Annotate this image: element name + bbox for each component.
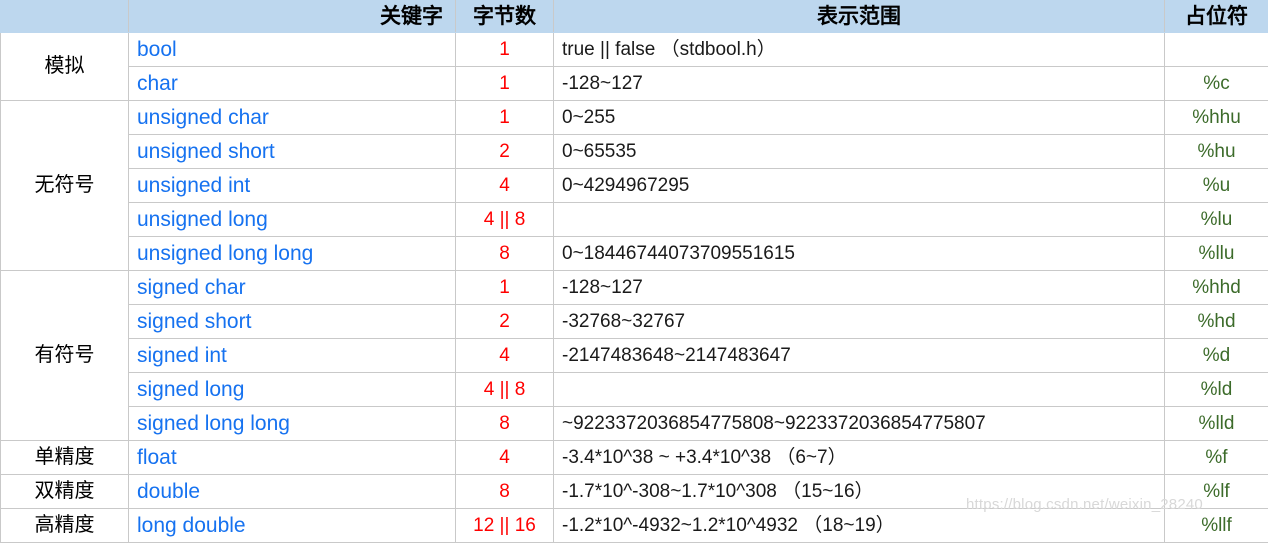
bytes-cell: 2 [456,305,554,339]
bytes-cell: 4 || 8 [456,203,554,237]
format-specifier-cell: %lld [1165,407,1268,441]
format-specifier-cell: %lf [1165,475,1268,509]
range-cell: -2147483648~2147483647 [554,339,1165,373]
bytes-cell: 4 [456,339,554,373]
keyword-cell: bool [129,33,456,67]
format-specifier-cell: %d [1165,339,1268,373]
group-label-cell: 双精度 [1,475,129,509]
format-specifier-cell: %ld [1165,373,1268,407]
format-specifier-cell: %u [1165,169,1268,203]
format-specifier-cell: %hhu [1165,101,1268,135]
bytes-cell: 4 [456,169,554,203]
bytes-cell: 1 [456,67,554,101]
column-header-keyword: 关键字 [129,1,456,33]
table-row: 双精度double8-1.7*10^-308~1.7*10^308 （15~16… [1,475,1268,509]
format-specifier-cell: %hu [1165,135,1268,169]
range-cell: 0~18446744073709551615 [554,237,1165,271]
keyword-cell: float [129,441,456,475]
bytes-cell: 4 [456,441,554,475]
format-specifier-cell: %hhd [1165,271,1268,305]
table-row: unsigned short20~65535%hu [1,135,1268,169]
bytes-cell: 1 [456,101,554,135]
format-specifier-cell [1165,33,1268,67]
keyword-cell: signed long [129,373,456,407]
table-row: unsigned long long80~1844674407370955161… [1,237,1268,271]
column-header-bytes: 字节数 [456,1,554,33]
bytes-cell: 1 [456,271,554,305]
bytes-cell: 4 || 8 [456,373,554,407]
table-row: char1-128~127%c [1,67,1268,101]
table-row: 模拟bool1true || false （stdbool.h） [1,33,1268,67]
table-row: unsigned int40~4294967295%u [1,169,1268,203]
format-specifier-cell: %llu [1165,237,1268,271]
format-specifier-cell: %lu [1165,203,1268,237]
group-label-cell: 有符号 [1,271,129,441]
keyword-cell: char [129,67,456,101]
column-header-group [1,1,129,33]
range-cell: true || false （stdbool.h） [554,33,1165,67]
table-row: 有符号signed char1-128~127%hhd [1,271,1268,305]
range-cell: -128~127 [554,271,1165,305]
range-cell: ~9223372036854775808~9223372036854775807 [554,407,1165,441]
range-cell [554,203,1165,237]
group-label-cell: 高精度 [1,509,129,543]
header-row: 关键字 字节数 表示范围 占位符 [1,1,1268,33]
group-label-cell: 单精度 [1,441,129,475]
column-header-format: 占位符 [1165,1,1268,33]
keyword-cell: signed int [129,339,456,373]
keyword-cell: signed char [129,271,456,305]
range-cell: -128~127 [554,67,1165,101]
range-cell: 0~255 [554,101,1165,135]
bytes-cell: 12 || 16 [456,509,554,543]
table-row: signed long4 || 8 %ld [1,373,1268,407]
keyword-cell: unsigned int [129,169,456,203]
range-cell: -1.2*10^-4932~1.2*10^4932 （18~19） [554,509,1165,543]
range-cell: -3.4*10^38 ~ +3.4*10^38 （6~7） [554,441,1165,475]
table-row: signed int4-2147483648~2147483647%d [1,339,1268,373]
format-specifier-cell: %hd [1165,305,1268,339]
format-specifier-cell: %c [1165,67,1268,101]
table-row: 单精度float4-3.4*10^38 ~ +3.4*10^38 （6~7）%f [1,441,1268,475]
keyword-cell: long double [129,509,456,543]
bytes-cell: 1 [456,33,554,67]
format-specifier-cell: %llf [1165,509,1268,543]
keyword-cell: unsigned short [129,135,456,169]
range-cell: -32768~32767 [554,305,1165,339]
column-header-range: 表示范围 [554,1,1165,33]
keyword-cell: signed long long [129,407,456,441]
range-cell: 0~4294967295 [554,169,1165,203]
table-body: 模拟bool1true || false （stdbool.h）char1-12… [1,33,1268,543]
keyword-cell: signed short [129,305,456,339]
table-row: unsigned long4 || 8 %lu [1,203,1268,237]
bytes-cell: 8 [456,237,554,271]
table-row: 无符号unsigned char10~255%hhu [1,101,1268,135]
table-row: 高精度long double12 || 16-1.2*10^-4932~1.2*… [1,509,1268,543]
format-specifier-cell: %f [1165,441,1268,475]
group-label-cell: 模拟 [1,33,129,101]
table-row: signed short2-32768~32767%hd [1,305,1268,339]
bytes-cell: 8 [456,475,554,509]
range-cell: -1.7*10^-308~1.7*10^308 （15~16） [554,475,1165,509]
keyword-cell: unsigned long long [129,237,456,271]
keyword-cell: unsigned long [129,203,456,237]
table-header: 关键字 字节数 表示范围 占位符 [1,1,1268,33]
range-cell [554,373,1165,407]
bytes-cell: 8 [456,407,554,441]
bytes-cell: 2 [456,135,554,169]
group-label-cell: 无符号 [1,101,129,271]
range-cell: 0~65535 [554,135,1165,169]
keyword-cell: double [129,475,456,509]
keyword-cell: unsigned char [129,101,456,135]
table-row: signed long long8~9223372036854775808~92… [1,407,1268,441]
data-type-table: 关键字 字节数 表示范围 占位符 模拟bool1true || false （s… [0,0,1268,543]
